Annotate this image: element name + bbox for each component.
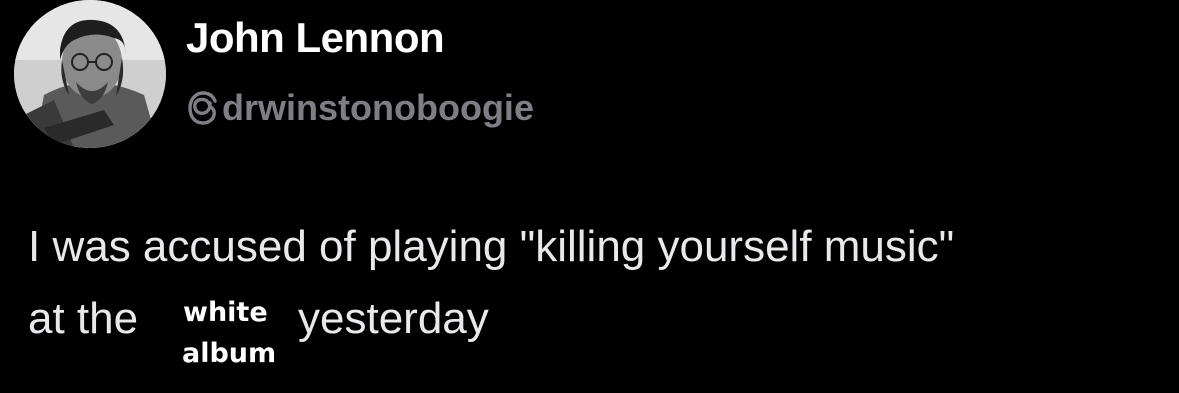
- profile-photo-icon: [14, 0, 166, 148]
- avatar[interactable]: [14, 0, 166, 148]
- post-card: John Lennon drwinstonoboogie I was accus…: [0, 0, 1179, 393]
- author-handle: drwinstonoboogie: [222, 87, 534, 128]
- post-text-line-2-start: at the: [28, 294, 139, 343]
- author-display-name[interactable]: John Lennon: [186, 14, 445, 62]
- post-text-line-1: I was accused of playing "killing yourse…: [28, 222, 955, 271]
- overlay-word-white: white: [183, 297, 268, 328]
- post-text-line-2-end: yesterday: [298, 294, 489, 343]
- author-handle-row[interactable]: drwinstonoboogie: [186, 86, 534, 130]
- overlay-word-album: album: [182, 338, 277, 369]
- threads-icon: [186, 90, 220, 126]
